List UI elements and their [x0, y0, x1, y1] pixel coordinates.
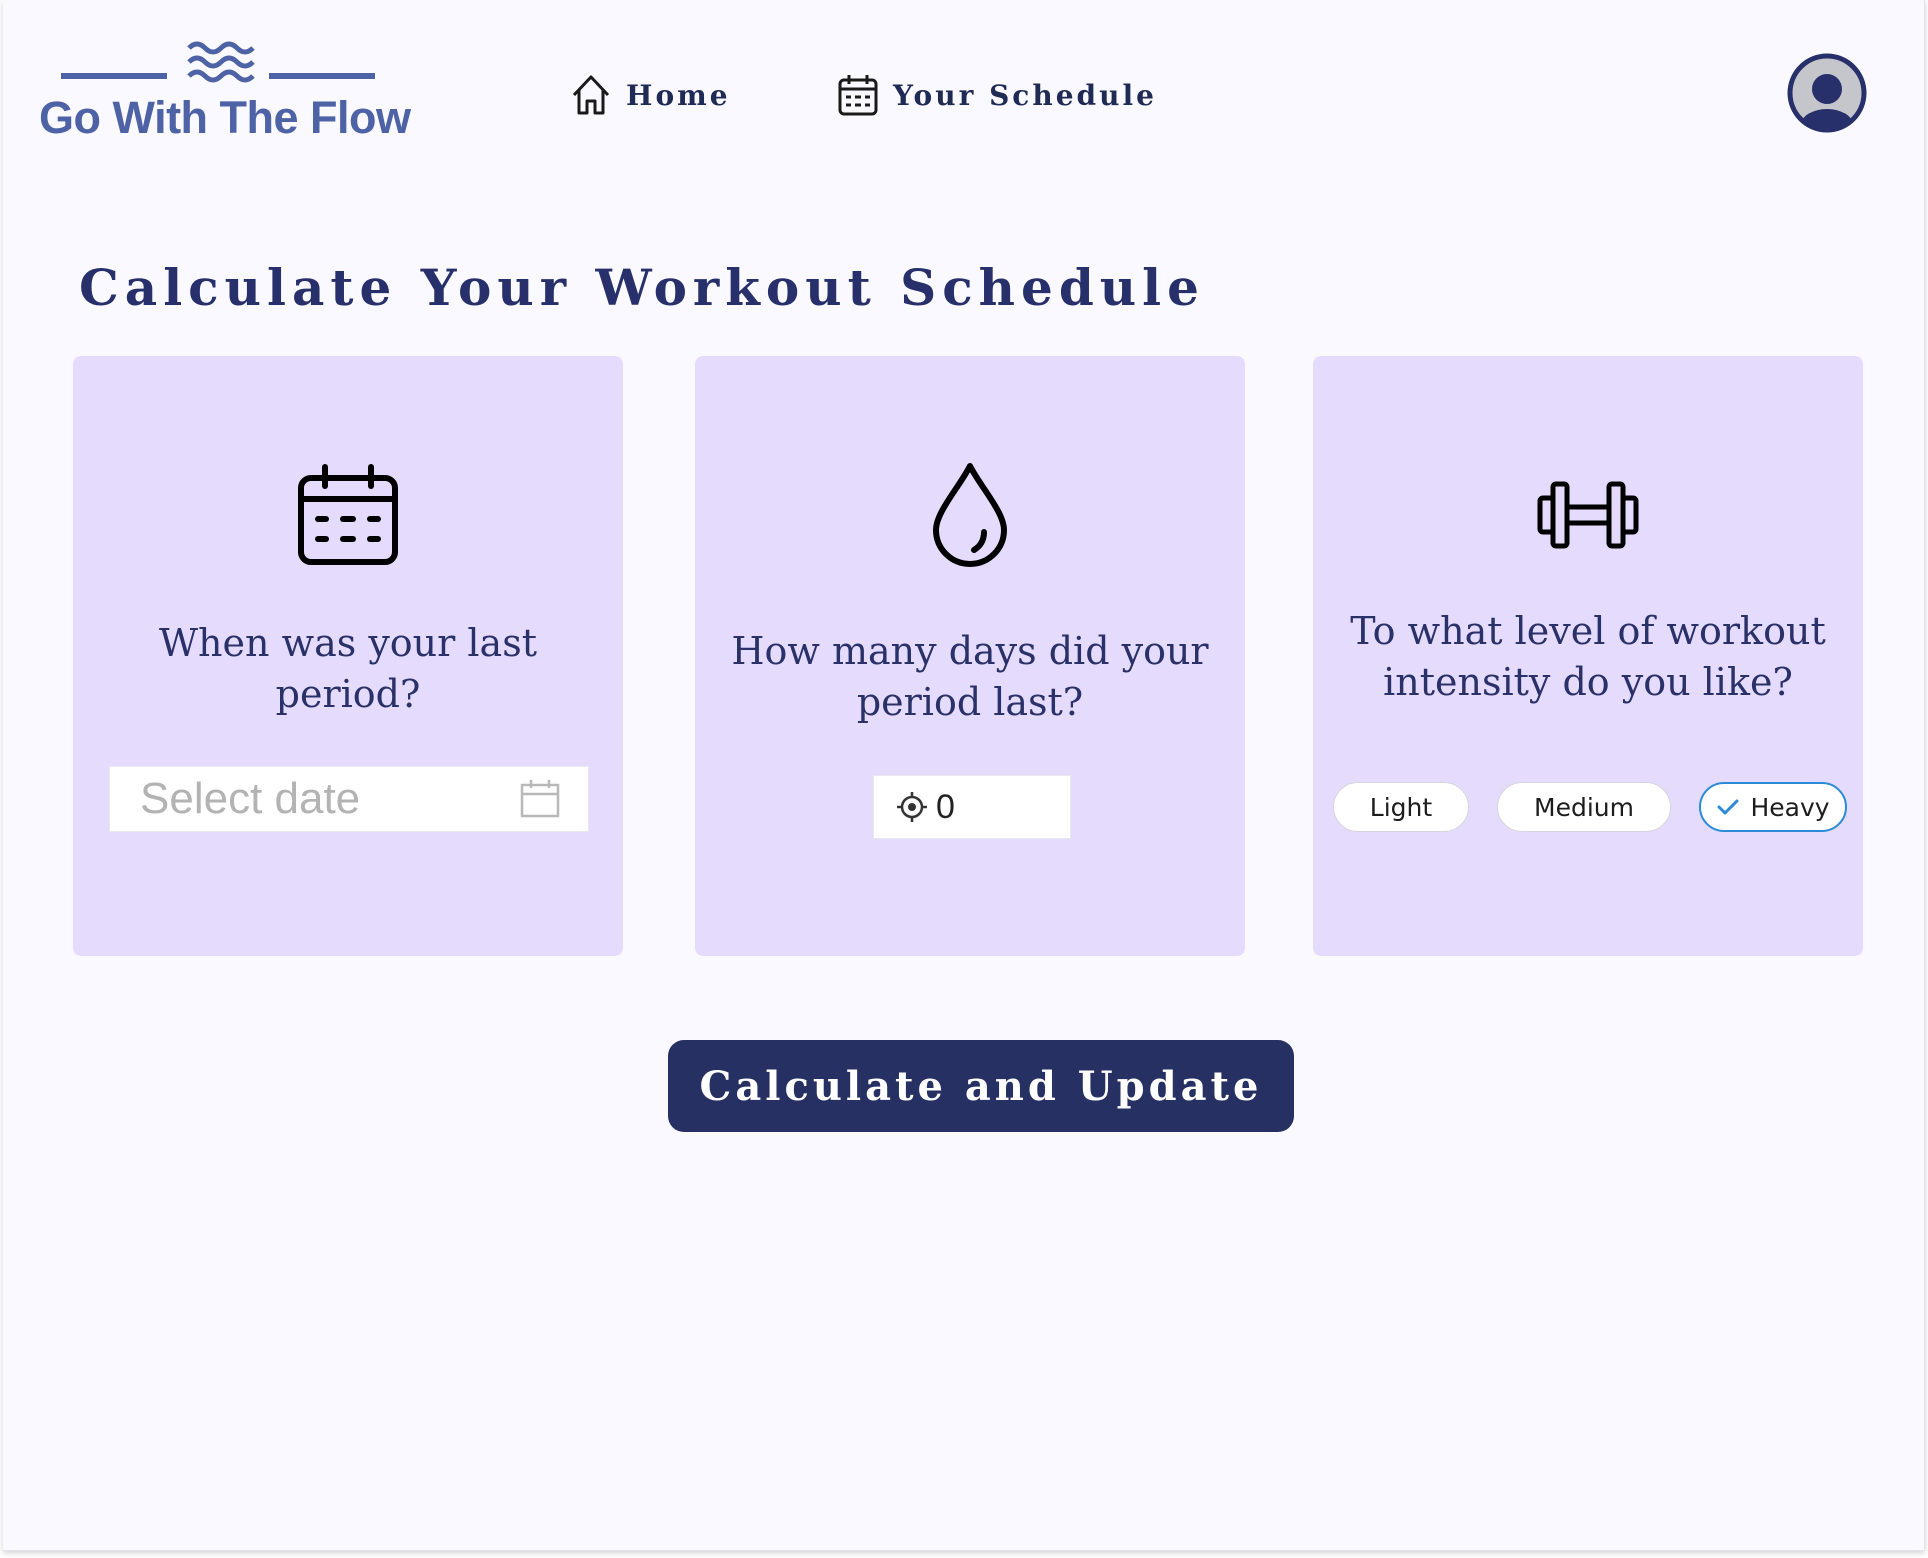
calendar-icon — [298, 464, 398, 565]
intensity-question: To what level of workout intensity do yo… — [1350, 609, 1826, 704]
intensity-option-heavy[interactable]: Heavy — [1699, 782, 1847, 832]
date-picker-input[interactable]: Select date — [109, 766, 589, 832]
app-logo[interactable]: Go With The Flow — [37, 36, 411, 146]
last-period-question: When was your last period? — [159, 621, 537, 716]
last-period-card: When was your last period? Select date — [73, 356, 623, 956]
nav-home-link[interactable]: Home — [570, 72, 731, 118]
calendar-icon[interactable] — [520, 779, 560, 819]
period-length-card: How many days did your period last? 0 — [695, 356, 1245, 956]
days-number-input[interactable]: 0 — [873, 775, 1071, 839]
days-value: 0 — [936, 787, 955, 826]
calendar-icon — [838, 75, 878, 116]
intensity-option-light[interactable]: Light — [1333, 782, 1469, 832]
checkmark-icon — [1717, 799, 1739, 815]
option-label: Light — [1369, 792, 1433, 822]
nav-schedule-link[interactable]: Your Schedule — [837, 72, 1157, 118]
app-name: Go With The Flow — [39, 92, 411, 143]
option-label: Heavy — [1750, 792, 1830, 822]
option-label: Medium — [1534, 792, 1634, 822]
user-profile-icon — [1787, 53, 1867, 133]
dumbbell-icon — [1537, 481, 1639, 549]
crosshair-icon — [897, 792, 927, 822]
calculate-update-button[interactable]: Calculate and Update — [668, 1040, 1294, 1132]
date-placeholder: Select date — [140, 774, 361, 823]
home-icon — [572, 75, 610, 115]
intensity-card: To what level of workout intensity do yo… — [1313, 356, 1863, 956]
page-title: Calculate Your Workout Schedule — [79, 258, 1205, 317]
user-avatar[interactable] — [1787, 53, 1867, 133]
app-page: Go With The Flow Home Your Schedule Calc… — [3, 0, 1925, 1551]
intensity-option-medium[interactable]: Medium — [1497, 782, 1671, 832]
nav-schedule-label: Your Schedule — [893, 78, 1157, 112]
water-drop-icon — [933, 463, 1007, 567]
period-length-question: How many days did your period last? — [731, 629, 1209, 724]
nav-home-label: Home — [626, 78, 731, 112]
waves-logo-icon — [61, 41, 375, 83]
